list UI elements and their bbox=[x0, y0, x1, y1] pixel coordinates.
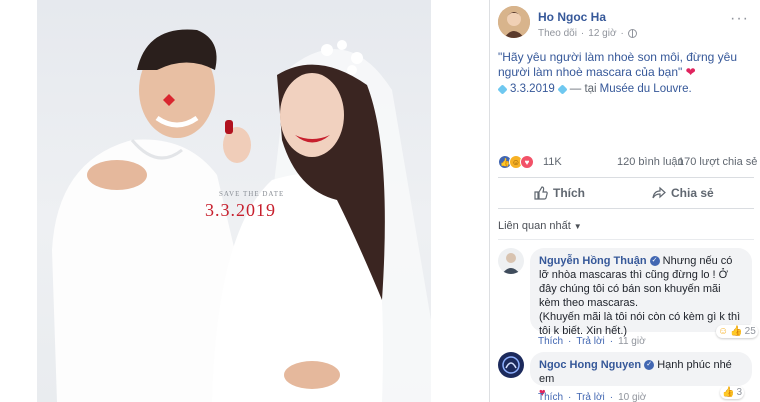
meta-separator: · bbox=[609, 336, 614, 347]
globe-icon bbox=[627, 29, 637, 38]
comment-meta: Thích · Trả lời · 11 giờ bbox=[538, 336, 646, 347]
meta-separator: · bbox=[609, 392, 614, 402]
comment-reaction-count: 25 bbox=[744, 326, 756, 337]
post-photo[interactable]: SAVE THE DATE 3.3.2019 bbox=[37, 0, 431, 402]
more-options-icon[interactable]: ··· bbox=[730, 10, 749, 28]
comment-sort-dropdown[interactable]: Liên quan nhất ▼ bbox=[498, 220, 582, 232]
verified-badge-icon: ✓ bbox=[649, 256, 660, 267]
verified-badge-icon: ✓ bbox=[644, 360, 655, 371]
diamond-icon bbox=[557, 83, 568, 95]
reaction-count[interactable]: 11K bbox=[543, 156, 562, 168]
post-text: "Hãy yêu người làm nhoè son môi, đừng yê… bbox=[498, 50, 754, 80]
like-button[interactable]: Thích bbox=[534, 186, 585, 200]
comment-time[interactable]: 10 giờ bbox=[618, 392, 646, 402]
post-time[interactable]: 12 giờ bbox=[588, 28, 616, 39]
comment-sort-label: Liên quan nhất bbox=[498, 220, 571, 232]
post-date: 3.3.2019 bbox=[510, 83, 555, 95]
commenter-name[interactable]: Nguyễn Hồng Thuận bbox=[539, 255, 647, 267]
share-button[interactable]: Chia sẻ bbox=[652, 186, 714, 200]
comments-count[interactable]: 120 bình luận bbox=[617, 156, 684, 168]
post-actions: Thích Chia sẻ bbox=[498, 177, 754, 209]
post-meta: Theo dõi · 12 giờ · bbox=[538, 28, 637, 39]
comment-reactions[interactable]: 👍 3 bbox=[720, 386, 745, 399]
like-reaction-icon: 👍 bbox=[730, 326, 743, 337]
meta-separator: · bbox=[580, 28, 585, 39]
comment-reply-link[interactable]: Trả lời bbox=[576, 336, 604, 347]
thumbs-up-icon bbox=[534, 186, 548, 200]
diamond-icon bbox=[497, 83, 508, 95]
reactions-bar: 👍 ☺ ♥ 11K 120 bình luận 170 lượt chia sẻ bbox=[498, 155, 757, 171]
comment-meta: Thích · Trả lời · 10 giờ bbox=[538, 392, 646, 402]
comment-bubble: Ngoc Hong Nguyen ✓ Hạnh phúc nhé em ♥ bbox=[530, 352, 752, 399]
comment-like-link[interactable]: Thích bbox=[538, 392, 563, 402]
comment-text-continued: (Khuyến mãi là tôi nói còn có kèm gì k t… bbox=[539, 311, 741, 337]
commenter-avatar[interactable] bbox=[498, 352, 524, 378]
commenter-avatar[interactable] bbox=[498, 248, 524, 274]
photo-backdrop: SAVE THE DATE 3.3.2019 bbox=[0, 0, 489, 402]
love-reaction-icon: ♥ bbox=[520, 155, 534, 169]
post-panel: Ho Ngoc Ha Theo dõi · 12 giờ · ··· "Hãy … bbox=[489, 0, 760, 402]
post-date-line: 3.3.2019 — tại Musée du Louvre. bbox=[497, 83, 692, 95]
divider bbox=[498, 239, 754, 240]
author-name[interactable]: Ho Ngoc Ha bbox=[538, 10, 606, 24]
share-arrow-icon bbox=[652, 186, 666, 199]
save-the-date-label: SAVE THE DATE bbox=[219, 190, 284, 198]
commenter-name[interactable]: Ngoc Hong Nguyen bbox=[539, 359, 641, 371]
meta-separator: · bbox=[620, 28, 624, 39]
comment-bubble: Nguyễn Hồng Thuận ✓ Nhưng nếu có lỡ nhòa… bbox=[530, 248, 752, 337]
meta-separator: · bbox=[568, 336, 572, 347]
caret-down-icon: ▼ bbox=[573, 221, 582, 231]
post-header: Ho Ngoc Ha Theo dõi · 12 giờ · ··· bbox=[498, 6, 753, 42]
like-reaction-icon: 👍 bbox=[722, 387, 735, 398]
post-quote: "Hãy yêu người làm nhoè son môi, đừng yê… bbox=[498, 50, 737, 79]
comment-reply-link[interactable]: Trả lời bbox=[576, 392, 604, 402]
follow-link[interactable]: Theo dõi bbox=[538, 28, 577, 39]
shares-count[interactable]: 170 lượt chia sẻ bbox=[678, 156, 757, 168]
meta-separator: · bbox=[568, 392, 572, 402]
comment-reactions[interactable]: ☺ 👍 25 bbox=[716, 325, 758, 338]
comment-reaction-count: 3 bbox=[736, 387, 743, 398]
heart-icon: ❤ bbox=[685, 65, 696, 79]
comment-like-link[interactable]: Thích bbox=[538, 336, 563, 347]
haha-reaction-icon: ☺ bbox=[718, 326, 729, 337]
location-prefix: — tại bbox=[569, 83, 597, 95]
reaction-icons[interactable]: 👍 ☺ ♥ bbox=[498, 155, 534, 169]
share-button-label: Chia sẻ bbox=[671, 186, 714, 200]
comment-time[interactable]: 11 giờ bbox=[618, 336, 646, 347]
like-button-label: Thích bbox=[553, 186, 585, 200]
photo-date: 3.3.2019 bbox=[205, 200, 276, 220]
location-link[interactable]: Musée du Louvre. bbox=[600, 83, 692, 95]
author-avatar[interactable] bbox=[498, 6, 530, 38]
wedding-photo-illustration: SAVE THE DATE 3.3.2019 bbox=[52, 29, 431, 402]
